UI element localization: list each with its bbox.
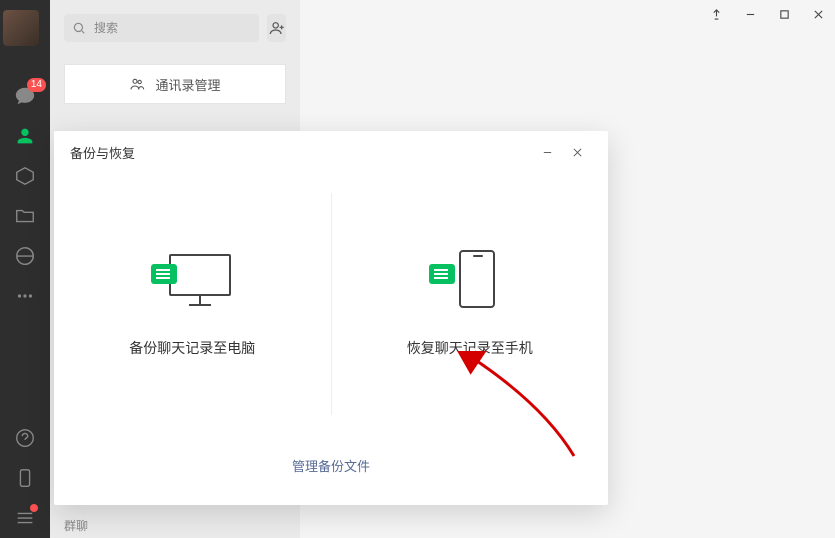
add-contact-button[interactable]: [267, 14, 286, 42]
nav-files[interactable]: [0, 196, 50, 236]
dialog-minimize-button[interactable]: [532, 137, 562, 167]
search-input[interactable]: [92, 20, 251, 36]
chat-badge: 14: [27, 78, 46, 92]
contacts-icon: [129, 76, 145, 92]
nav-menu[interactable]: [0, 498, 50, 538]
nav-favorites[interactable]: [0, 156, 50, 196]
notification-dot: [30, 504, 38, 512]
backup-label: 备份聊天记录至电脑: [129, 338, 255, 358]
avatar[interactable]: [3, 10, 39, 46]
backup-to-computer-option[interactable]: 备份聊天记录至电脑: [54, 173, 331, 435]
nav-sidebar: 14: [0, 0, 50, 538]
restore-label: 恢复聊天记录至手机: [407, 338, 533, 358]
pin-button[interactable]: [699, 0, 733, 28]
nav-contacts[interactable]: [0, 116, 50, 156]
group-chat-header: 群聊: [64, 517, 88, 534]
search-box[interactable]: [64, 14, 259, 42]
manage-backups-link[interactable]: 管理备份文件: [292, 456, 370, 475]
maximize-button[interactable]: [767, 0, 801, 28]
dialog-close-button[interactable]: [562, 137, 592, 167]
minimize-button[interactable]: [733, 0, 767, 28]
manage-contacts-button[interactable]: 通讯录管理: [64, 64, 286, 104]
dialog-title: 备份与恢复: [70, 143, 135, 162]
manage-contacts-label: 通讯录管理: [155, 75, 220, 94]
nav-moments[interactable]: [0, 236, 50, 276]
computer-icon: [151, 250, 233, 310]
restore-to-phone-option[interactable]: 恢复聊天记录至手机: [332, 173, 609, 435]
nav-chats[interactable]: 14: [0, 76, 50, 116]
search-icon: [72, 21, 86, 35]
backup-restore-dialog: 备份与恢复 备份聊天记录至电脑 恢复聊天记录至手机 管理备份文件: [54, 131, 608, 505]
nav-miniprogram[interactable]: [0, 418, 50, 458]
nav-more[interactable]: [0, 276, 50, 316]
close-button[interactable]: [801, 0, 835, 28]
phone-icon: [429, 250, 511, 310]
nav-phone[interactable]: [0, 458, 50, 498]
